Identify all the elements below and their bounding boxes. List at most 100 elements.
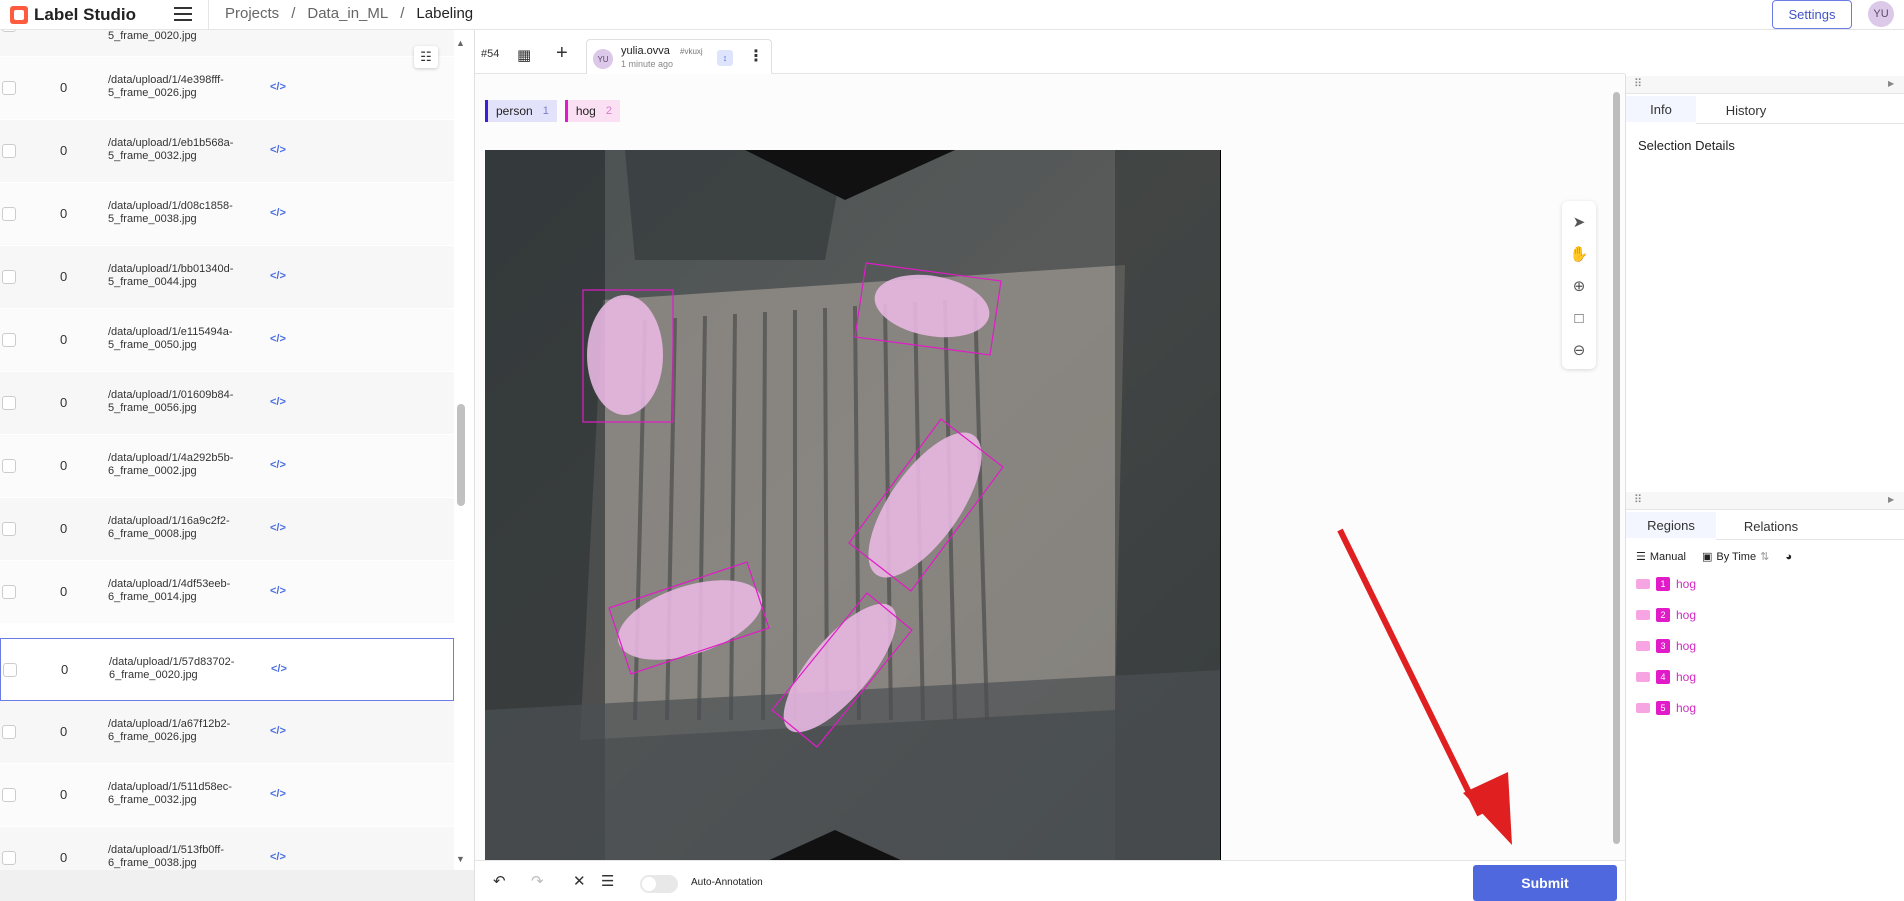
user-avatar[interactable]: YU — [1868, 1, 1894, 27]
region-item[interactable]: 3 hog — [1636, 636, 1696, 656]
info-panel-header[interactable]: ⠿ ▶ — [1626, 76, 1904, 94]
settings-sliders-icon[interactable]: ☰ — [601, 872, 614, 890]
row-checkbox[interactable] — [2, 270, 16, 284]
row-checkbox[interactable] — [2, 333, 16, 347]
zoom-out-icon[interactable]: ⊖ — [1570, 341, 1588, 359]
task-row[interactable]: 0 /data/upload/1/16a9c2f2-6_frame_0008.j… — [0, 498, 454, 561]
settings-button[interactable]: Settings — [1772, 0, 1852, 29]
auto-annotation-toggle[interactable] — [640, 875, 678, 893]
task-filename: /data/upload/1/16a9c2f2-6_frame_0008.jpg — [108, 515, 230, 540]
row-checkbox[interactable] — [2, 30, 16, 32]
label-hog[interactable]: hog 2 — [564, 100, 620, 122]
annotation-count: 0 — [60, 584, 68, 599]
task-row[interactable]: 0 /data/upload/1/4e398fff-5_frame_0026.j… — [0, 57, 454, 120]
label-person[interactable]: person 1 — [485, 100, 557, 122]
row-checkbox[interactable] — [2, 396, 16, 410]
canvas-scrollbar-thumb[interactable] — [1613, 92, 1620, 844]
annotation-tab[interactable]: YU yulia.ovva #vkuxj 1 minute ago ↕ ⋮ — [586, 39, 772, 74]
row-checkbox[interactable] — [2, 851, 16, 865]
annotation-count: 0 — [60, 269, 68, 284]
tab-regions[interactable]: Regions — [1626, 512, 1716, 540]
redo-icon[interactable]: ↷ — [531, 872, 544, 890]
code-icon[interactable]: </> — [270, 459, 286, 471]
region-item[interactable]: 5 hog — [1636, 698, 1696, 718]
breadcrumb-separator: / — [400, 5, 405, 22]
manual-label: Manual — [1649, 550, 1686, 563]
code-icon[interactable]: </> — [270, 81, 286, 93]
task-row[interactable]: 0 /data/upload/1/513fb0ff-6_frame_0038.j… — [0, 827, 454, 870]
sort-by-time-button[interactable]: ▣ By Time ⇅ — [1702, 550, 1769, 564]
code-icon[interactable]: </> — [270, 207, 286, 219]
scrollbar-thumb[interactable] — [457, 404, 465, 506]
breadcrumb-project[interactable]: Data_in_ML — [307, 5, 388, 22]
row-checkbox[interactable] — [2, 144, 16, 158]
code-icon[interactable]: </> — [270, 270, 286, 282]
code-icon[interactable]: </> — [270, 725, 286, 737]
row-checkbox[interactable] — [3, 663, 17, 677]
code-icon[interactable]: </> — [270, 788, 286, 800]
annotation-count: 0 — [60, 395, 68, 410]
task-row[interactable]: 0 /data/upload/1/bb01340d-5_frame_0044.j… — [0, 246, 454, 309]
app-logo[interactable]: Label Studio — [10, 5, 136, 25]
menu-icon[interactable] — [174, 7, 192, 21]
label-name: person — [496, 104, 533, 118]
task-row-selected[interactable]: 0 /data/upload/1/57d83702-6_frame_0020.j… — [0, 638, 454, 701]
code-icon[interactable]: </> — [270, 144, 286, 156]
bottom-toolbar: ↶ ↷ ✕ ☰ Auto-Annotation — [475, 860, 1625, 901]
collapse-icon[interactable]: ▶ — [1888, 495, 1894, 504]
scroll-down-icon[interactable]: ▼ — [456, 854, 465, 864]
collapse-icon[interactable]: ▶ — [1888, 79, 1894, 88]
row-checkbox[interactable] — [2, 459, 16, 473]
row-checkbox[interactable] — [2, 207, 16, 221]
grid-icon[interactable]: ▦ — [517, 46, 531, 64]
drag-handle-icon[interactable]: ⠿ — [1634, 493, 1642, 506]
zoom-in-icon[interactable]: ⊕ — [1570, 277, 1588, 295]
row-checkbox[interactable] — [2, 585, 16, 599]
scroll-up-icon[interactable]: ▲ — [456, 38, 465, 48]
task-image[interactable] — [485, 150, 1221, 862]
breadcrumb-projects[interactable]: Projects — [225, 5, 279, 22]
visibility-icon[interactable]: ◕ — [1785, 551, 1792, 563]
code-icon[interactable]: </> — [270, 333, 286, 345]
more-options-icon[interactable]: ⋮ — [748, 46, 764, 66]
tab-info[interactable]: Info — [1626, 96, 1696, 124]
code-icon[interactable]: </> — [270, 396, 286, 408]
reset-icon[interactable]: ✕ — [573, 872, 586, 890]
tab-relations[interactable]: Relations — [1716, 512, 1826, 540]
code-icon[interactable]: </> — [270, 851, 286, 863]
task-row[interactable]: 0 /data/upload/1/e115494a-5_frame_0050.j… — [0, 309, 454, 372]
undo-icon[interactable]: ↶ — [493, 872, 506, 890]
code-icon[interactable]: </> — [271, 663, 287, 675]
annotation-toolbar: #54 ▦ + YU yulia.ovva #vkuxj 1 minute ag… — [475, 30, 1625, 74]
row-checkbox[interactable] — [2, 788, 16, 802]
columns-icon[interactable]: ☷ — [414, 46, 438, 68]
code-icon[interactable]: </> — [270, 585, 286, 597]
row-checkbox[interactable] — [2, 725, 16, 739]
task-row[interactable]: 0 /data/upload/1/a67f12b2-6_frame_0026.j… — [0, 701, 454, 764]
row-checkbox[interactable] — [2, 522, 16, 536]
row-checkbox[interactable] — [2, 81, 16, 95]
task-row[interactable]: 0 5_frame_0020.jpg </> — [0, 30, 454, 57]
task-filename: /data/upload/1/bb01340d-5_frame_0044.jpg — [108, 263, 234, 288]
task-row[interactable]: 0 /data/upload/1/4a292b5b-6_frame_0002.j… — [0, 435, 454, 498]
drag-handle-icon[interactable]: ⠿ — [1634, 77, 1642, 90]
regions-panel-header[interactable]: ⠿ ▶ — [1626, 492, 1904, 510]
add-annotation-icon[interactable]: + — [556, 42, 568, 65]
region-item[interactable]: 4 hog — [1636, 667, 1696, 687]
pointer-icon[interactable]: ➤ — [1570, 213, 1588, 231]
region-item[interactable]: 1 hog — [1636, 574, 1696, 594]
code-icon[interactable]: </> — [270, 522, 286, 534]
rectangle-region-icon — [1636, 579, 1650, 589]
task-row[interactable]: 0 /data/upload/1/511d58ec-6_frame_0032.j… — [0, 764, 454, 827]
task-row[interactable]: 0 /data/upload/1/4df53eeb-6_frame_0014.j… — [0, 561, 454, 624]
fit-to-screen-icon[interactable]: □ — [1570, 309, 1588, 327]
pan-hand-icon[interactable]: ✋ — [1570, 245, 1589, 263]
manual-sort-button[interactable]: ☰ Manual — [1636, 550, 1686, 564]
annotation-count: 0 — [60, 521, 68, 536]
task-row[interactable]: 0 /data/upload/1/eb1b568a-5_frame_0032.j… — [0, 120, 454, 183]
submit-button[interactable]: Submit — [1473, 865, 1617, 901]
task-row[interactable]: 0 /data/upload/1/d08c1858-5_frame_0038.j… — [0, 183, 454, 246]
tab-history[interactable]: History — [1696, 96, 1796, 124]
region-item[interactable]: 2 hog — [1636, 605, 1696, 625]
task-row[interactable]: 0 /data/upload/1/01609b84-5_frame_0056.j… — [0, 372, 454, 435]
